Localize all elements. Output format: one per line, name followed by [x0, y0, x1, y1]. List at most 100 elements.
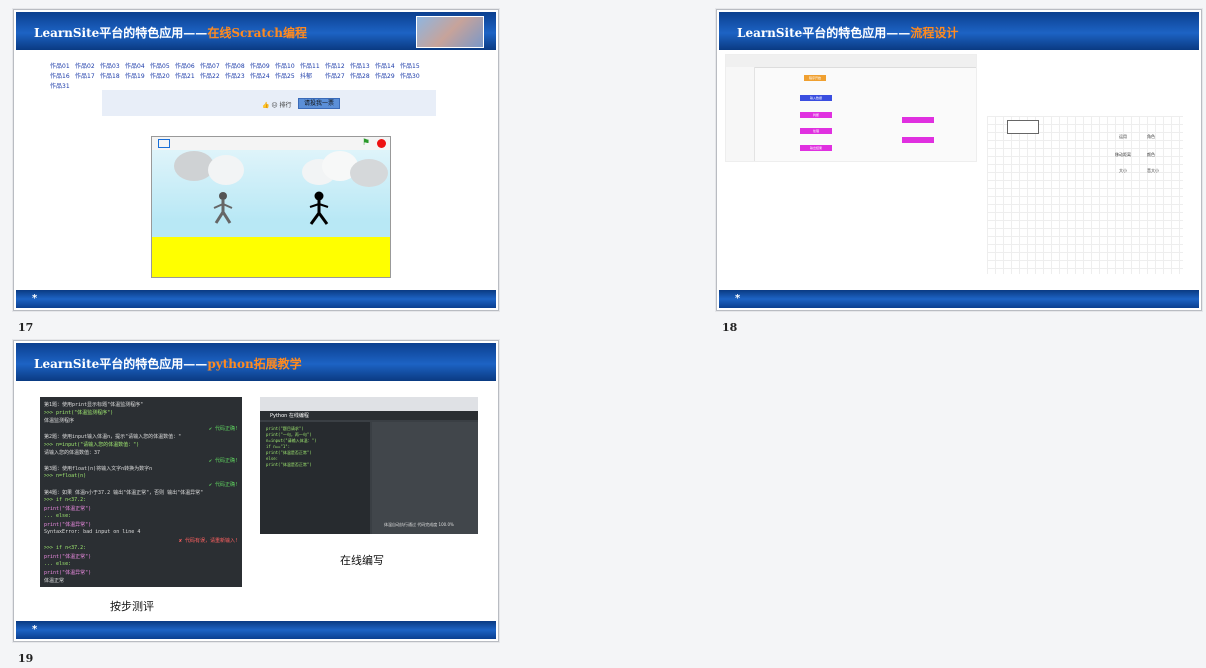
slide-title: LearnSite平台的特色应用——流程设计 [737, 26, 959, 40]
code-line: >>> if n<37.2: [44, 545, 87, 551]
design-grid[interactable]: 运用 角色 移动距离 颜色 大小 音大小 [987, 116, 1183, 274]
work-link[interactable]: 作品31 [50, 82, 75, 92]
work-link[interactable]: 作品08 [225, 62, 250, 72]
fullscreen-icon[interactable] [158, 139, 170, 148]
flowchart-editor[interactable]: 程序开始 输入数据 判断 处理 输出结果 [725, 54, 977, 162]
flow-node-side[interactable] [902, 137, 934, 143]
cloud [350, 159, 388, 187]
editor-line: if n=="1": [266, 444, 291, 449]
work-link[interactable]: 作品29 [375, 72, 400, 82]
green-flag-icon[interactable]: ⚑ [362, 138, 370, 148]
editor-line: else: [266, 456, 279, 461]
slide-header: LearnSite平台的特色应用——流程设计 [719, 12, 1199, 50]
code-line: ✔ 代码正确! [208, 482, 238, 488]
work-link[interactable]: 作品06 [175, 62, 200, 72]
work-link[interactable]: 作品21 [175, 72, 200, 82]
grid-label: 运用 [1119, 134, 1127, 139]
grid-label: 移动距离 [1115, 152, 1131, 157]
work-link[interactable]: 作品18 [100, 72, 125, 82]
work-link[interactable]: 作品14 [375, 62, 400, 72]
slide-header: LearnSite平台的特色应用——python拓展教学 [16, 343, 496, 381]
work-link[interactable]: 作品20 [150, 72, 175, 82]
code-line: >>> print("体温监测程序") [44, 410, 114, 416]
work-link[interactable]: 作品03 [100, 62, 125, 72]
work-link[interactable]: 作品15 [400, 62, 425, 72]
work-link[interactable]: 作品17 [75, 72, 100, 82]
work-link[interactable]: 作品24 [250, 72, 275, 82]
slide-number: 18 [722, 321, 738, 334]
slide-header: LearnSite平台的特色应用——在线Scratch编程 [16, 12, 496, 50]
code-line: print("体温正常") [44, 554, 92, 560]
work-link[interactable]: 作品27 [325, 72, 350, 82]
flow-node[interactable]: 输出结果 [800, 145, 832, 151]
code-line: ✘ 代码有误，请重新输入! [178, 538, 238, 544]
work-link[interactable]: 作品19 [125, 72, 150, 82]
work-link[interactable]: 作品04 [125, 62, 150, 72]
work-link[interactable]: 作品16 [50, 72, 75, 82]
grid-label: 颜色 [1147, 152, 1155, 157]
selection-box [1007, 120, 1039, 134]
code-line: >>> n=input("请输入您的体温数值：") [44, 442, 140, 448]
slide-18[interactable]: LearnSite平台的特色应用——流程设计 程序开始 输入数据 判断 处理 输… [716, 9, 1202, 311]
slide-footer: * [719, 290, 1199, 308]
work-link[interactable]: 作品12 [325, 62, 350, 72]
code-line: print("体温异常") [44, 522, 92, 528]
work-link[interactable]: 作品07 [200, 62, 225, 72]
scratch-stage[interactable]: ⚑ [151, 136, 391, 278]
cloud [208, 155, 244, 185]
grid-label: 角色 [1147, 134, 1155, 139]
work-link[interactable]: 作品10 [275, 62, 300, 72]
grid-label: 大小 [1119, 168, 1127, 173]
flow-node[interactable]: 输入数据 [800, 95, 832, 101]
shape-palette [726, 67, 755, 161]
slide-footer: * [16, 290, 496, 308]
grid-label: 音大小 [1147, 168, 1159, 173]
code-pane[interactable]: print("题目请求") print("一句，再一句") n=input("请输入… [260, 422, 370, 534]
output-pane: 体温自动执行通过 代码完成度 100.0% [372, 422, 478, 534]
editor-header: Python 在线编程 [260, 411, 478, 420]
code-line: print("体温正常") [44, 506, 92, 512]
work-link[interactable]: 作品28 [350, 72, 375, 82]
works-list: 作品01 作品02 作品03 作品04 作品05 作品06 作品07 作品08 作品09 作品10… [50, 62, 430, 92]
code-line: 第4题：如果 体温n小于37.2 输出"体温正常"，否则 输出"体温异常" [44, 490, 204, 496]
flow-node[interactable]: 程序开始 [804, 75, 826, 81]
footer-star: * [735, 293, 741, 304]
caption-online-editing: 在线编写 [340, 554, 384, 567]
stage-ground [152, 237, 390, 277]
editor-line: print("体温是否正常") [266, 462, 312, 467]
slide-number: 17 [18, 321, 34, 334]
code-line: print("体温异常") [44, 570, 92, 576]
status-line: 体温自动执行通过 代码完成度 100.0% [384, 522, 454, 527]
editor-title: Python 在线编程 [270, 413, 309, 419]
stop-icon[interactable] [377, 139, 386, 148]
footer-star: * [32, 293, 38, 304]
flow-node-side[interactable] [902, 117, 934, 123]
flow-node[interactable]: 判断 [800, 112, 832, 118]
work-link[interactable]: 作品13 [350, 62, 375, 72]
work-link[interactable]: 抖郁 [300, 72, 325, 82]
slide-title: LearnSite平台的特色应用——python拓展教学 [34, 357, 302, 371]
slide-17[interactable]: LearnSite平台的特色应用——在线Scratch编程 作品01 作品02 作品… [13, 9, 499, 311]
code-line: >>> n=float(n) [44, 473, 87, 479]
work-link[interactable]: 作品30 [400, 72, 425, 82]
work-link[interactable]: 作品05 [150, 62, 175, 72]
code-line: ... else: [44, 561, 72, 567]
vote-button[interactable]: 请投我一票 [298, 98, 340, 109]
work-link[interactable]: 作品01 [50, 62, 75, 72]
online-editor-screenshot: Python 在线编程 print("题目请求") print("一句，再一句")… [260, 397, 478, 534]
footer-star: * [32, 624, 38, 635]
work-link[interactable]: 作品25 [275, 72, 300, 82]
vote-rank-label: 👍 😐 排行 [262, 102, 292, 109]
slide-19[interactable]: LearnSite平台的特色应用——python拓展教学 第1题：使用print… [13, 340, 499, 642]
work-link[interactable]: 作品09 [250, 62, 275, 72]
work-link[interactable]: 作品11 [300, 62, 325, 72]
code-line: ... else: [44, 513, 72, 519]
code-line: 体温正常 [44, 578, 65, 584]
work-link[interactable]: 作品22 [200, 72, 225, 82]
code-line: 请输入您的体温数值：37 [44, 450, 101, 456]
work-link[interactable]: 作品02 [75, 62, 100, 72]
work-link[interactable]: 作品23 [225, 72, 250, 82]
code-line: SyntaxError: bad input on line 4 [44, 529, 141, 535]
editor-toolbar [726, 55, 976, 68]
flow-node[interactable]: 处理 [800, 128, 832, 134]
